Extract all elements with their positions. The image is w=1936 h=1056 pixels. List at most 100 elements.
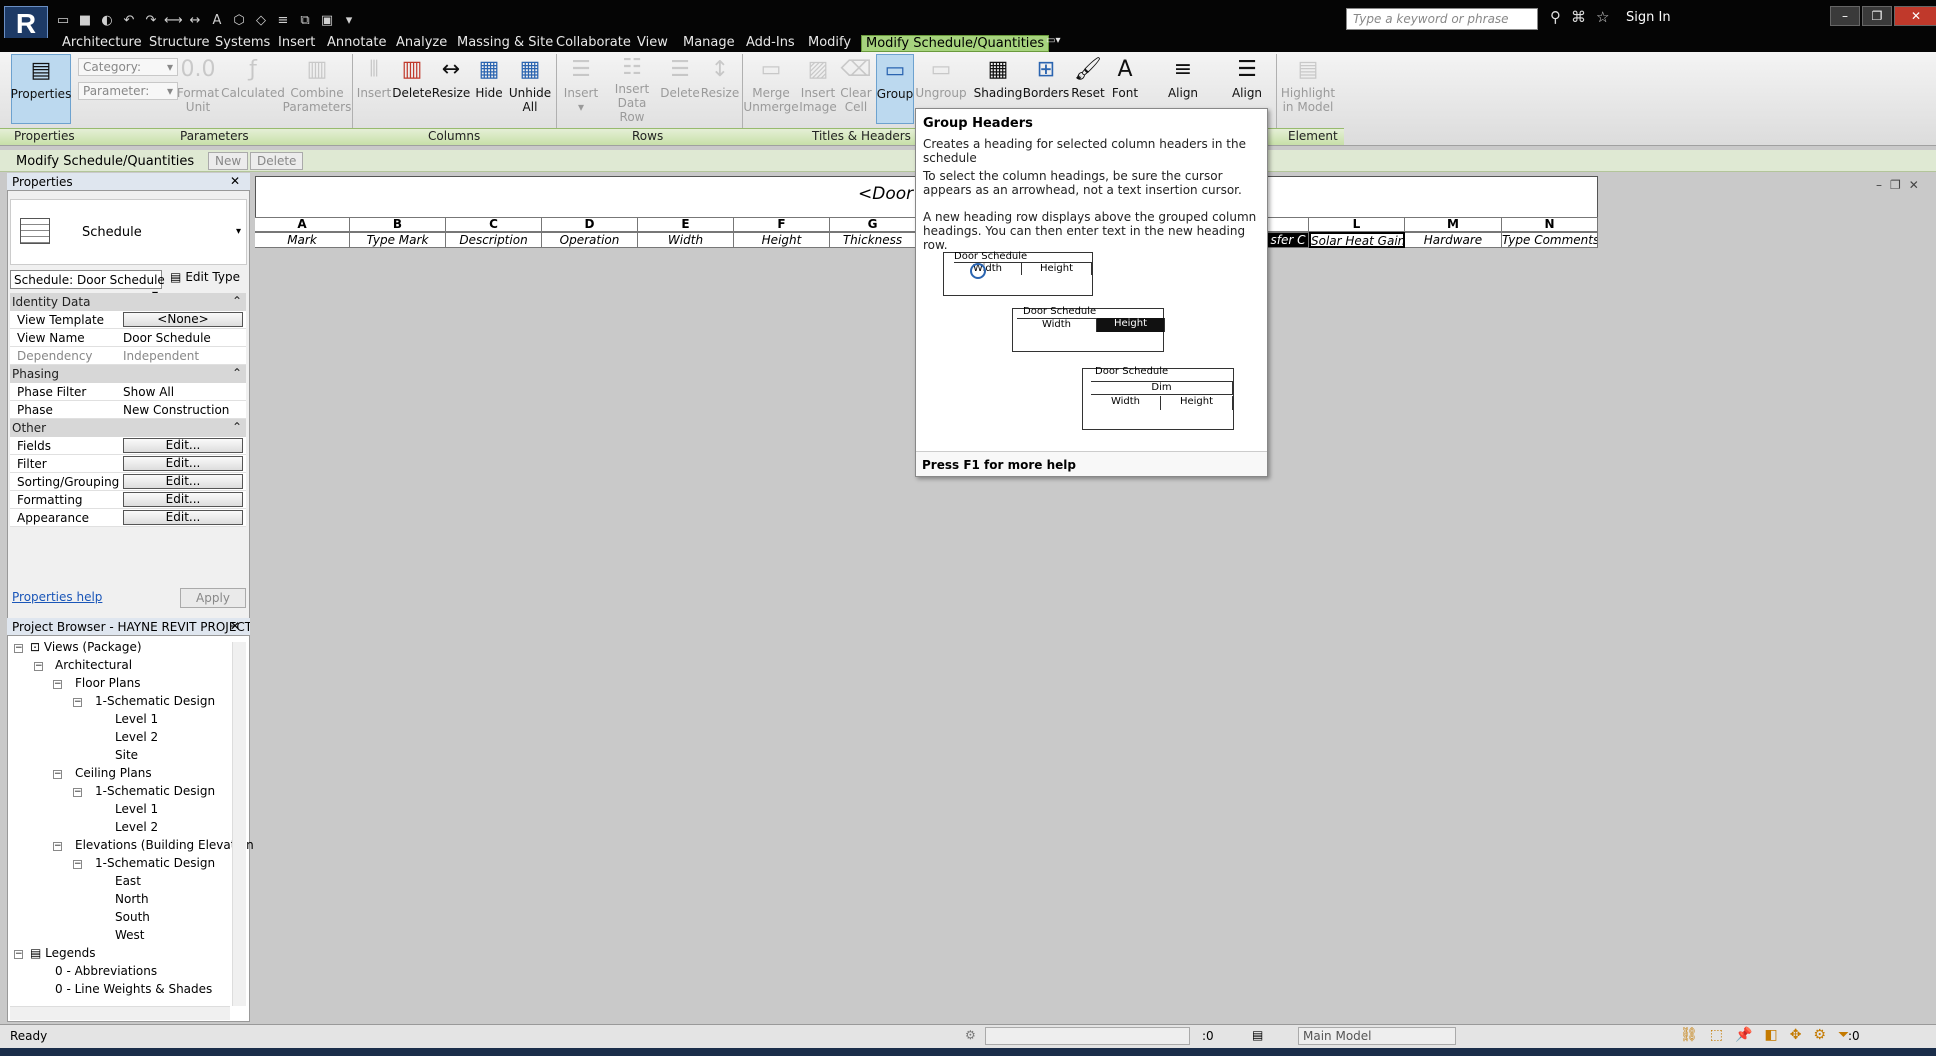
tree-node[interactable]: Ceiling Plans [75,766,152,780]
tree-node[interactable]: Architectural [55,658,132,672]
collapse-icon[interactable]: − [73,788,82,797]
insert-image-button[interactable]: ▨ Insert Image [799,54,837,124]
design-options-icon[interactable]: ▤ [1252,1028,1263,1042]
column-letter[interactable]: N [1502,217,1598,232]
format-unit-button[interactable]: 0.0 Format Unit [176,54,220,124]
collapse-icon[interactable]: − [73,698,82,707]
column-letter[interactable]: E [638,217,734,232]
tree-node[interactable]: Level 1 [115,712,158,726]
insert-column-button[interactable]: ⫴ Insert [356,54,392,124]
apply-button[interactable]: Apply [180,588,246,608]
close-icon[interactable]: ✕ [1894,6,1936,26]
tab-add-ins[interactable]: Add-Ins [742,35,799,52]
tree-node[interactable]: Level 2 [115,730,158,744]
column-letter[interactable]: L [1309,217,1405,232]
filter-edit-button[interactable]: Edit... [123,456,243,471]
workset-dropdown[interactable] [985,1027,1190,1045]
phase-filter-field[interactable]: Show All [123,385,243,399]
hide-column-button[interactable]: ▦ Hide [472,54,506,124]
favorites-star-icon[interactable]: ☆ [1596,8,1609,26]
tab-massing-site[interactable]: Massing & Site [453,35,557,52]
minimize-ribbon-icon[interactable]: ▭▾ [1042,35,1064,52]
undo-icon[interactable]: ↶ [120,13,138,28]
tree-node[interactable]: South [115,910,150,924]
clear-cell-button[interactable]: ⌫ Clear Cell [839,54,873,124]
delete-row-button[interactable]: ☰ Delete [660,54,700,124]
tab-insert[interactable]: Insert [274,35,319,52]
column-header[interactable]: Description [446,232,542,248]
column-letter[interactable]: C [446,217,542,232]
group-identity-data[interactable]: Identity Data ⌃ [10,293,246,311]
background-process-icon[interactable]: ⚙ [1813,1027,1826,1043]
column-header[interactable]: Mark [255,232,350,248]
column-header-selected[interactable]: sfer C [1268,232,1309,248]
parameter-dropdown[interactable]: Parameter: ▾ [78,82,178,100]
tab-structure[interactable]: Structure [145,35,213,52]
column-letter[interactable]: D [542,217,638,232]
tree-node[interactable]: West [115,928,145,942]
fields-edit-button[interactable]: Edit... [123,438,243,453]
combine-parameters-button[interactable]: ▥ Combine Parameters [283,54,352,124]
delete-column-button[interactable]: ▥ Delete [392,54,431,124]
view-template-button[interactable]: <None> [123,312,243,327]
sorting-edit-button[interactable]: Edit... [123,474,243,489]
column-header[interactable]: Thickness [830,232,916,248]
tab-modify-schedule-quantities[interactable]: Modify Schedule/Quantities [861,35,1050,52]
tree-node[interactable]: 0 - Line Weights & Shades [55,982,212,996]
tree-node[interactable]: East [115,874,141,888]
column-header[interactable]: Type Mark [350,232,446,248]
group-headers-button[interactable]: ▭ Group [876,54,914,124]
restore-icon[interactable]: ❐ [1890,178,1901,192]
highlight-in-model-button[interactable]: ▤ Highlight in Model [1280,54,1336,124]
close-icon[interactable]: ✕ [230,174,240,188]
column-letter[interactable]: M [1405,217,1502,232]
drag-elements-icon[interactable]: ✥ [1790,1027,1802,1043]
tree-node[interactable]: 1-Schematic Design [95,856,215,870]
tree-node[interactable]: 1-Schematic Design [95,784,215,798]
switch-windows-icon[interactable]: ▣ [318,13,336,28]
tab-modify[interactable]: Modify [804,35,855,52]
tree-node[interactable]: Site [115,748,138,762]
3d-view-icon[interactable]: ⬡ [230,13,248,28]
close-icon[interactable]: ✕ [230,619,240,633]
tree-node[interactable]: 1-Schematic Design [95,694,215,708]
tree-node-views[interactable]: ⊡ Views (Package) [30,640,142,654]
close-hidden-icon[interactable]: ⧉ [296,13,314,28]
measure-icon[interactable]: ⟷ [164,13,183,28]
properties-help-link[interactable]: Properties help [12,590,102,604]
unhide-all-button[interactable]: ▦ Unhide All [508,54,552,124]
resize-column-button[interactable]: ↔ Resize [432,54,470,124]
browser-vertical-scrollbar[interactable] [232,642,246,1006]
section-icon[interactable]: ◇ [252,13,270,28]
tab-analyze[interactable]: Analyze [392,35,451,52]
subscription-icon[interactable]: ⌘ [1571,8,1586,26]
group-phasing[interactable]: Phasing ⌃ [10,365,246,383]
instance-selector[interactable]: Schedule: Door Schedule ▾ [10,270,165,301]
category-dropdown[interactable]: Category: ▾ [78,58,178,76]
dimension-icon[interactable]: ↔ [186,13,204,28]
tree-node[interactable]: Level 2 [115,820,158,834]
tree-node[interactable]: Elevations (Building Elevation [75,838,254,852]
schedule-title[interactable]: <Door [858,184,913,204]
tree-node-legends[interactable]: ▤ Legends [30,946,96,960]
column-letter[interactable] [1268,217,1309,232]
column-header[interactable]: Operation [542,232,638,248]
collapse-icon[interactable]: − [34,662,43,671]
delete-button[interactable]: Delete [250,152,304,170]
collapse-icon[interactable]: − [73,860,82,869]
design-option-dropdown[interactable]: Main Model [1298,1027,1456,1045]
formatting-edit-button[interactable]: Edit... [123,492,243,507]
phase-field[interactable]: New Construction [123,403,243,417]
browser-horizontal-scrollbar[interactable] [10,1006,230,1020]
resize-row-button[interactable]: ↕ Resize [700,54,740,124]
tab-architecture[interactable]: Architecture [58,35,146,52]
chevron-down-icon[interactable]: ▾ [236,226,241,237]
tree-node[interactable]: Floor Plans [75,676,140,690]
column-header[interactable]: Width [638,232,734,248]
properties-button[interactable]: ▤ Properties [11,54,71,124]
edit-type-button[interactable]: ▤ Edit Type [170,270,240,284]
tab-systems[interactable]: Systems [211,35,274,52]
view-name-field[interactable]: Door Schedule [123,331,243,345]
tree-node[interactable]: Level 1 [115,802,158,816]
column-letter[interactable]: B [350,217,446,232]
